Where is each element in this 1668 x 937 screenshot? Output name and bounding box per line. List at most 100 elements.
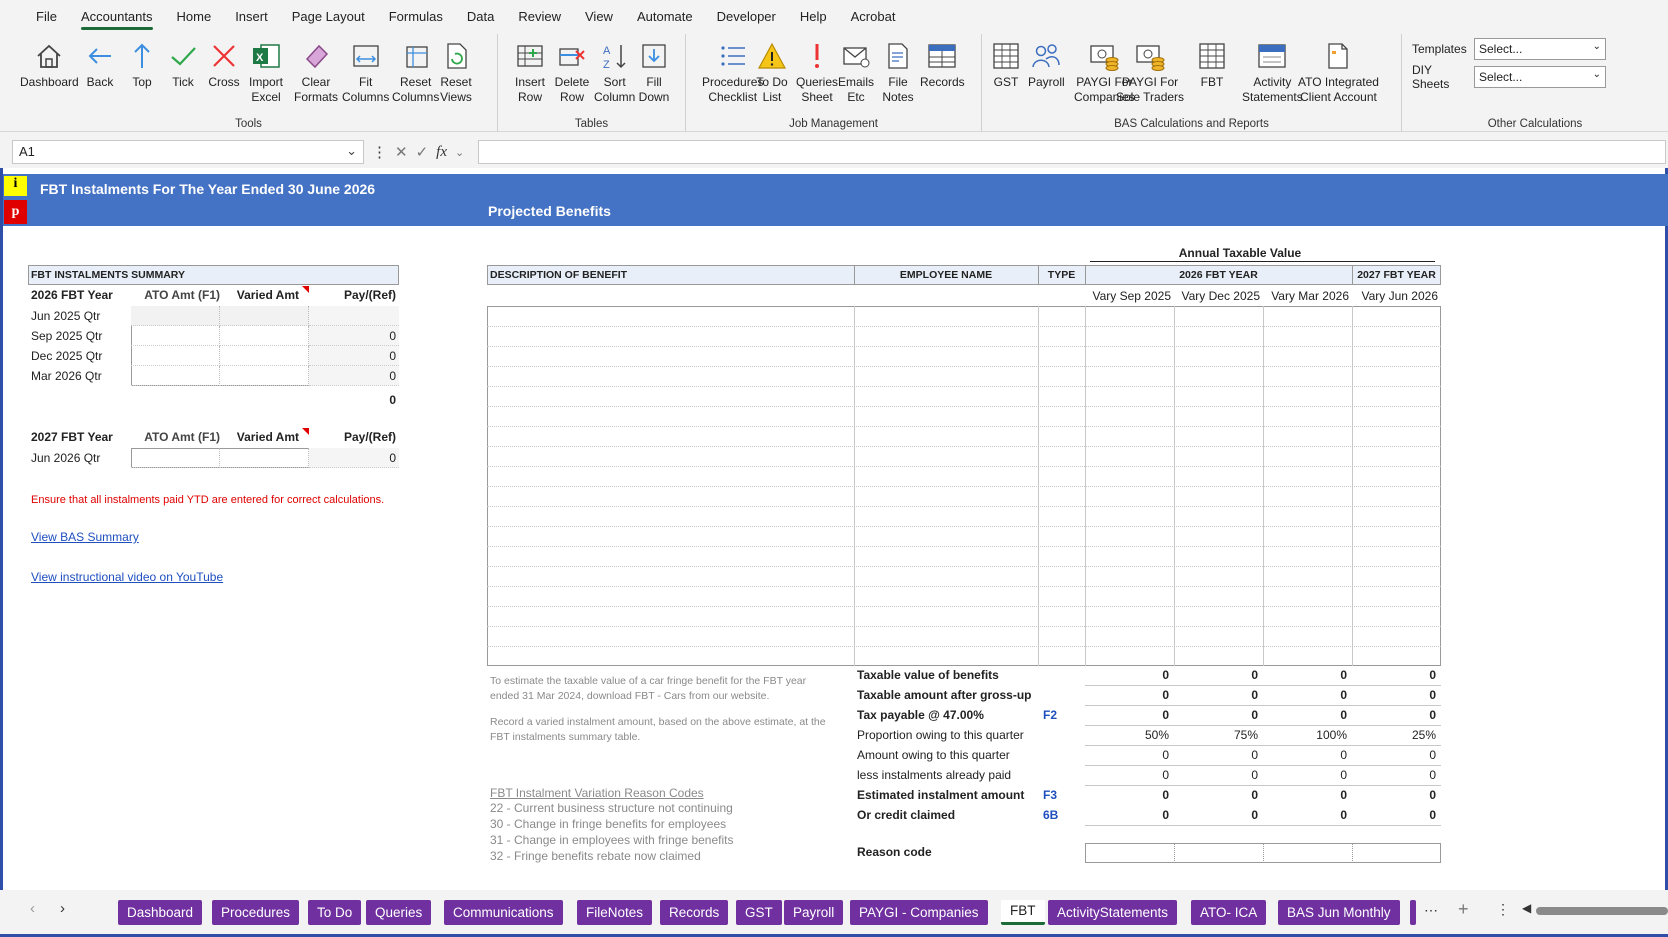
scroll-left-icon[interactable]: ◀ (1522, 901, 1531, 915)
info-marker[interactable]: i (4, 176, 27, 196)
templates-select[interactable]: Select... ⌄ (1474, 38, 1606, 60)
view-bas-summary-link[interactable]: View BAS Summary (31, 528, 231, 546)
annual-taxable-value-label: Annual Taxable Value (1178, 246, 1302, 260)
button-label-line1: PAYGI For (1121, 75, 1179, 89)
ribbon-button-dashboard[interactable]: Dashboard (20, 38, 79, 108)
ribbon-button-to-do-list[interactable]: To Do List (754, 38, 790, 108)
ribbon-button-back[interactable]: Back (82, 38, 118, 108)
diy-select[interactable]: Select... ⌄ (1474, 66, 1606, 88)
menu-help[interactable]: Help (788, 0, 839, 34)
menu-view[interactable]: View (573, 0, 625, 34)
button-label-line2: Down (638, 90, 670, 104)
youtube-video-link[interactable]: View instructional video on YouTube (31, 568, 291, 586)
ribbon-button-fit-columns[interactable]: Fit Columns (342, 38, 389, 108)
name-box[interactable]: A1 ⌄ (12, 140, 364, 164)
sheet-tab-ato-ica[interactable]: ATO- ICA (1191, 900, 1267, 925)
menu-data[interactable]: Data (455, 0, 506, 34)
menu-review[interactable]: Review (506, 0, 573, 34)
button-label-line2: Views (440, 90, 472, 104)
print-marker[interactable]: p (4, 200, 27, 224)
menu-accountants[interactable]: Accountants (69, 0, 165, 34)
ribbon-button-records[interactable]: Records (920, 38, 965, 108)
prev-sheet-icon[interactable]: ‹ (30, 900, 35, 917)
ribbon-button-cross[interactable]: Cross (206, 38, 242, 108)
reset-columns-icon (398, 38, 434, 74)
ato-amt-input[interactable] (131, 448, 220, 468)
ato-amt-input[interactable] (131, 306, 220, 326)
ribbon-button-activity-statements[interactable]: Activity Statements (1242, 38, 1303, 108)
reason-code-input-0[interactable] (1085, 843, 1174, 863)
ribbon-button-queries-sheet[interactable]: Queries Sheet (796, 38, 838, 108)
options-icon[interactable]: ⋮ (1496, 901, 1510, 918)
reason-code-input-1[interactable] (1174, 843, 1263, 863)
ribbon-button-insert-row[interactable]: Insert Row (512, 38, 548, 108)
varied-amt-input[interactable] (220, 306, 309, 326)
varied-amt-input[interactable] (220, 366, 309, 386)
ribbon-button-tick[interactable]: Tick (165, 38, 201, 108)
ribbon-button-payroll[interactable]: Payroll (1028, 38, 1065, 108)
add-sheet-icon[interactable]: + (1458, 899, 1469, 920)
ribbon-button-delete-row[interactable]: Delete Row (554, 38, 590, 108)
cancel-icon[interactable]: ✕ (395, 143, 408, 161)
formula-input[interactable] (478, 140, 1666, 164)
ribbon-button-file-notes[interactable]: File Notes (880, 38, 916, 108)
pay-ref-value (309, 306, 396, 326)
ribbon-button-reset-columns[interactable]: Reset Columns (392, 38, 439, 108)
ribbon-button-emails-etc[interactable]: Emails Etc (838, 38, 874, 108)
ato-amt-input[interactable] (131, 346, 220, 366)
calc-label: Or credit claimed (857, 808, 956, 822)
varied-amt-input[interactable] (220, 326, 309, 346)
ribbon-button-fbt[interactable]: FBT (1194, 38, 1230, 108)
ribbon-button-sort-column[interactable]: A Z Sort Column (594, 38, 635, 108)
ribbon-button-reset-views[interactable]: Reset Views (438, 38, 474, 108)
sheet-tab-fbt[interactable]: FBT (1001, 900, 1045, 925)
menu-home[interactable]: Home (165, 0, 224, 34)
sheet-tab-gst[interactable]: GST (736, 900, 782, 925)
reason-code-input-3[interactable] (1352, 843, 1441, 863)
more-icon[interactable]: ⋮ (372, 143, 387, 161)
menu-automate[interactable]: Automate (625, 0, 705, 34)
comment-indicator[interactable] (302, 286, 309, 293)
ribbon-button-paygi-for-sole-traders[interactable]: PAYGI For Sole Traders (1116, 38, 1184, 108)
varied-amt-input[interactable] (220, 448, 309, 468)
menu-file[interactable]: File (24, 0, 69, 34)
sheet-tab-bas-jun-monthly[interactable]: BAS Jun Monthly (1278, 900, 1400, 925)
menu-insert[interactable]: Insert (223, 0, 280, 34)
menu-formulas[interactable]: Formulas (377, 0, 455, 34)
sheet-tab-procedures[interactable]: Procedures (212, 900, 300, 925)
ribbon-button-fill-down[interactable]: Fill Down (636, 38, 672, 108)
enter-icon[interactable]: ✓ (416, 143, 429, 161)
sheet-tab-dashboard[interactable]: Dashboard (118, 900, 203, 925)
menu-developer[interactable]: Developer (705, 0, 788, 34)
sheet-tab-payroll[interactable]: Payroll (784, 900, 844, 925)
chevron-down-icon: ⌄ (346, 143, 357, 158)
chevron-down-icon[interactable]: ⌄ (455, 146, 464, 159)
ribbon-group-other: Templates Select... ⌄ DIY Sheets Select..… (1402, 34, 1668, 132)
menu-acrobat[interactable]: Acrobat (839, 0, 908, 34)
sheet-tab-overflow[interactable] (1410, 900, 1416, 925)
pay-ref-value: 0 (389, 369, 396, 383)
reason-code-input-2[interactable] (1263, 843, 1352, 863)
horizontal-scrollbar[interactable] (1536, 907, 1668, 915)
ribbon-button-top[interactable]: Top (124, 38, 160, 108)
ribbon-button-gst[interactable]: GST (988, 38, 1024, 108)
sheet-tab-paygi-companies[interactable]: PAYGI - Companies (850, 900, 988, 925)
sheet-tab-queries[interactable]: Queries (366, 900, 432, 925)
more-sheets-icon[interactable]: ⋯ (1424, 902, 1438, 919)
next-sheet-icon[interactable]: › (60, 900, 65, 917)
ribbon-button-import-excel[interactable]: X Import Excel (248, 38, 284, 108)
fx-icon[interactable]: fx (436, 144, 447, 161)
ribbon-button-ato-integrated-client-account[interactable]: ATO Integrated Client Account (1298, 38, 1379, 108)
sheet-tab-to-do[interactable]: To Do (308, 900, 362, 925)
ato-amt-input[interactable] (131, 326, 220, 346)
comment-indicator[interactable] (302, 428, 309, 435)
sheet-tab-records[interactable]: Records (660, 900, 729, 925)
menu-page-layout[interactable]: Page Layout (280, 0, 377, 34)
varied-amt-input[interactable] (220, 346, 309, 366)
sheet-tab-activitystatements[interactable]: ActivityStatements (1048, 900, 1178, 925)
pay-ref-value: 0 (389, 451, 396, 465)
ribbon-button-clear-formats[interactable]: Clear Formats (294, 38, 338, 108)
ato-amt-input[interactable] (131, 366, 220, 386)
sheet-tab-communications[interactable]: Communications (444, 900, 563, 925)
sheet-tab-filenotes[interactable]: FileNotes (577, 900, 653, 925)
